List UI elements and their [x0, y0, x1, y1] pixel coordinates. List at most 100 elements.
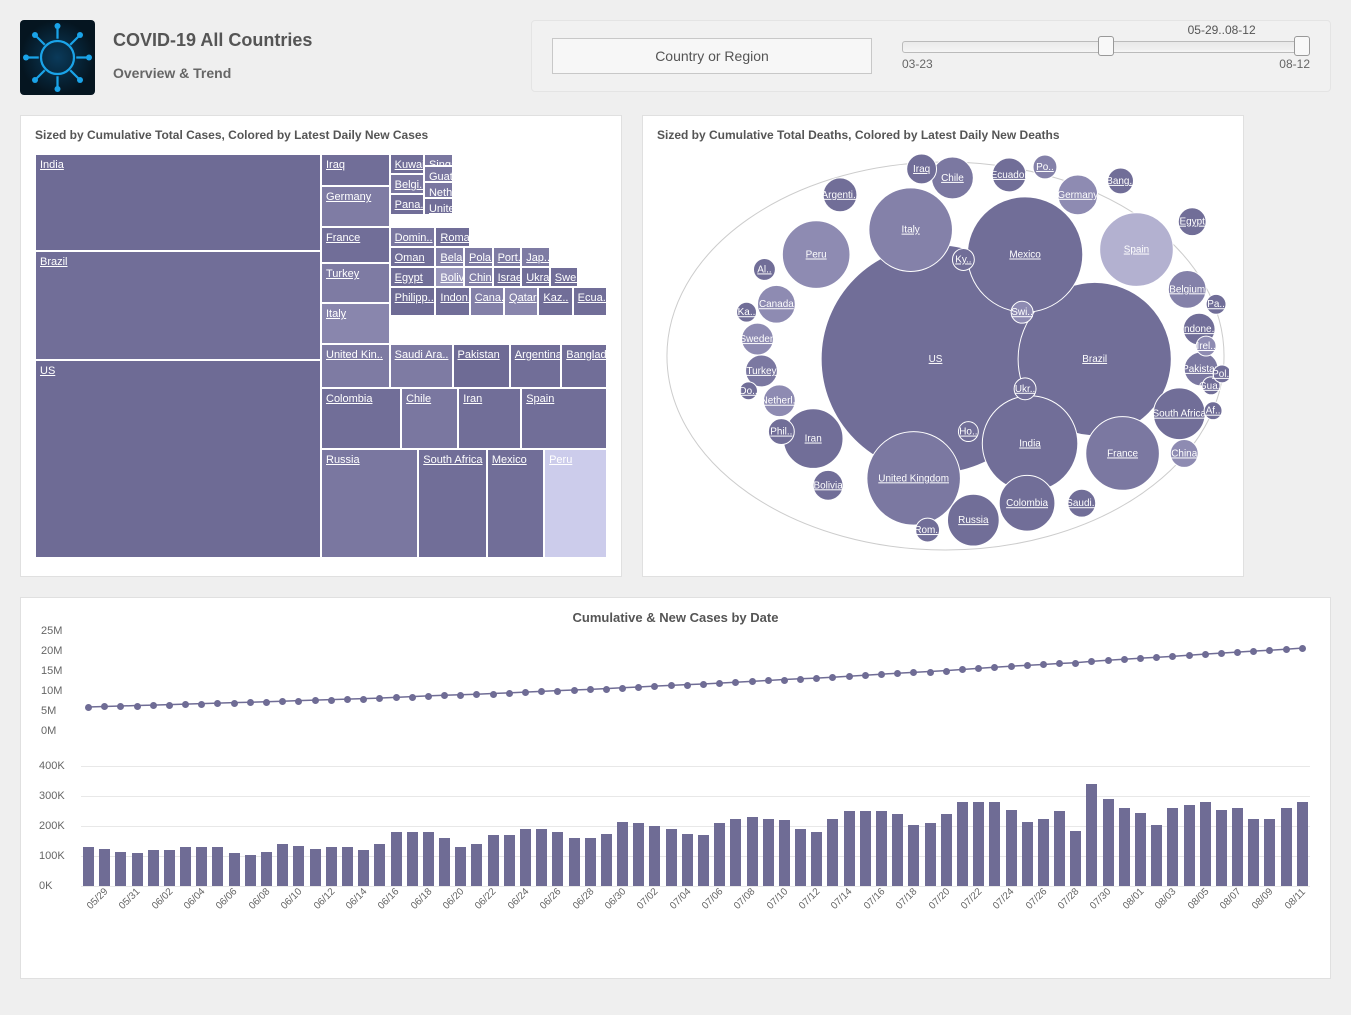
- treemap-cell[interactable]: Egypt: [390, 267, 436, 287]
- bar[interactable]: [1086, 784, 1097, 886]
- bar[interactable]: [892, 814, 903, 886]
- bar[interactable]: [1135, 813, 1146, 887]
- bar[interactable]: [666, 829, 677, 886]
- bar[interactable]: [633, 823, 644, 886]
- bar[interactable]: [827, 819, 838, 887]
- bar[interactable]: [569, 838, 580, 886]
- bar[interactable]: [714, 823, 725, 886]
- treemap-cell[interactable]: US: [35, 360, 321, 558]
- bar[interactable]: [1184, 805, 1195, 886]
- bar[interactable]: [1216, 810, 1227, 887]
- treemap-cell[interactable]: Oman: [390, 247, 436, 267]
- bar[interactable]: [908, 825, 919, 887]
- treemap-cell[interactable]: Singa..: [424, 154, 453, 166]
- treemap-cell[interactable]: Russia: [321, 449, 418, 558]
- treemap-cell[interactable]: Banglad..: [561, 344, 607, 388]
- bar[interactable]: [245, 855, 256, 887]
- treemap-cell[interactable]: Roma..: [435, 227, 469, 247]
- treemap-cell[interactable]: Pakistan: [453, 344, 510, 388]
- treemap-cell[interactable]: Belar..: [435, 247, 464, 267]
- bar[interactable]: [1022, 822, 1033, 887]
- treemap-cell[interactable]: India: [35, 154, 321, 251]
- bar[interactable]: [1297, 802, 1308, 886]
- bar[interactable]: [471, 844, 482, 886]
- bar[interactable]: [698, 835, 709, 886]
- bar[interactable]: [391, 832, 402, 886]
- bar[interactable]: [488, 835, 499, 886]
- treemap-cell[interactable]: Turkey: [321, 263, 390, 303]
- bar[interactable]: [536, 829, 547, 886]
- bar[interactable]: [730, 819, 741, 887]
- treemap-cell[interactable]: Philipp..: [390, 287, 436, 315]
- treemap-cell[interactable]: Indon..: [435, 287, 469, 315]
- bar[interactable]: [973, 802, 984, 886]
- bar[interactable]: [941, 814, 952, 886]
- treemap-cell[interactable]: Bolivia: [435, 267, 464, 287]
- bar[interactable]: [520, 829, 531, 886]
- bar[interactable]: [989, 802, 1000, 886]
- bar[interactable]: [261, 852, 272, 887]
- treemap-chart[interactable]: IndiaBrazilUSIraqGermanyFranceTurkeyItal…: [35, 154, 607, 558]
- treemap-cell[interactable]: Swe..: [550, 267, 579, 287]
- treemap-cell[interactable]: Kuwait: [390, 154, 424, 174]
- slider-handle-start[interactable]: [1098, 36, 1114, 56]
- bar[interactable]: [876, 811, 887, 886]
- bar[interactable]: [617, 822, 628, 887]
- bar[interactable]: [196, 847, 207, 886]
- treemap-cell[interactable]: Mexico: [487, 449, 544, 558]
- treemap-cell[interactable]: Pola..: [464, 247, 493, 267]
- bar[interactable]: [455, 847, 466, 886]
- bar[interactable]: [601, 834, 612, 887]
- bar[interactable]: [374, 844, 385, 886]
- bar[interactable]: [649, 826, 660, 886]
- bar[interactable]: [310, 849, 321, 887]
- bar[interactable]: [1167, 808, 1178, 886]
- treemap-cell[interactable]: Chile: [401, 388, 458, 449]
- bar[interactable]: [293, 846, 304, 887]
- bar[interactable]: [844, 811, 855, 886]
- bar[interactable]: [212, 847, 223, 886]
- bar[interactable]: [1119, 808, 1130, 886]
- bar[interactable]: [860, 811, 871, 886]
- bar[interactable]: [358, 850, 369, 886]
- bar[interactable]: [1248, 819, 1259, 887]
- bar[interactable]: [747, 817, 758, 886]
- treemap-cell[interactable]: Qatar: [504, 287, 538, 315]
- bar[interactable]: [115, 852, 126, 887]
- treemap-cell[interactable]: Iraq: [321, 154, 390, 186]
- bar[interactable]: [1151, 825, 1162, 887]
- treemap-cell[interactable]: Spain: [521, 388, 607, 449]
- bar[interactable]: [423, 832, 434, 886]
- bar[interactable]: [342, 847, 353, 886]
- treemap-cell[interactable]: Domin..: [390, 227, 436, 247]
- treemap-cell[interactable]: Italy: [321, 303, 390, 343]
- treemap-cell[interactable]: Unite..: [424, 198, 453, 214]
- treemap-cell[interactable]: China: [464, 267, 493, 287]
- treemap-cell[interactable]: France: [321, 227, 390, 263]
- bar[interactable]: [779, 820, 790, 886]
- treemap-cell[interactable]: Cana..: [470, 287, 504, 315]
- bar[interactable]: [1281, 808, 1292, 886]
- bar[interactable]: [811, 832, 822, 886]
- bar[interactable]: [682, 834, 693, 887]
- bar[interactable]: [229, 853, 240, 886]
- combo-chart[interactable]: 0M5M10M15M20M25M0K100K200K300K400K05/290…: [81, 631, 1310, 951]
- bar[interactable]: [957, 802, 968, 886]
- treemap-cell[interactable]: Pana..: [390, 194, 424, 214]
- treemap-cell[interactable]: Jap..: [521, 247, 550, 267]
- treemap-cell[interactable]: Ukrai..: [521, 267, 550, 287]
- treemap-cell[interactable]: Peru: [544, 449, 607, 558]
- treemap-cell[interactable]: Brazil: [35, 251, 321, 360]
- date-range-slider[interactable]: 05-29..08-12 03-23 08-12: [902, 41, 1310, 71]
- bar[interactable]: [1232, 808, 1243, 886]
- bar[interactable]: [504, 835, 515, 886]
- treemap-cell[interactable]: Iran: [458, 388, 521, 449]
- bar[interactable]: [1200, 802, 1211, 886]
- treemap-cell[interactable]: Belgi..: [390, 174, 424, 194]
- bar[interactable]: [1054, 811, 1065, 886]
- country-filter-button[interactable]: Country or Region: [552, 38, 872, 74]
- bar[interactable]: [925, 823, 936, 886]
- treemap-cell[interactable]: Guate..: [424, 166, 453, 182]
- treemap-cell[interactable]: United Kin..: [321, 344, 390, 388]
- treemap-cell[interactable]: Saudi Ara..: [390, 344, 453, 388]
